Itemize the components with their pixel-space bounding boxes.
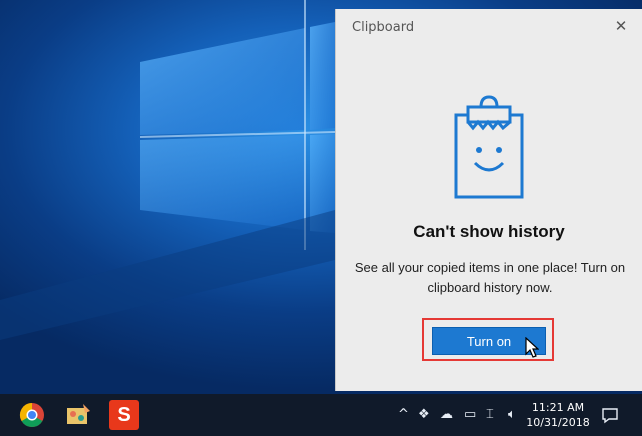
snagit-icon[interactable]: S [109, 400, 139, 430]
clock-date: 10/31/2018 [526, 416, 590, 429]
clipboard-smile-icon [454, 95, 524, 199]
chrome-icon[interactable] [17, 400, 47, 430]
clipboard-panel: Clipboard ✕ Can't show history See all y… [335, 9, 642, 391]
volume-icon[interactable]: 🔈︎ [508, 407, 516, 423]
clock[interactable]: 11:21 AM 10/31/2018 [526, 400, 590, 430]
panel-title: Clipboard [352, 20, 415, 35]
heading: Can't show history [413, 222, 565, 241]
mouse-cursor-icon [525, 337, 539, 358]
onedrive-icon[interactable]: ☁ [440, 407, 453, 423]
clock-time: 11:21 AM [531, 401, 585, 414]
paint-app-icon[interactable] [63, 400, 93, 430]
notification-icon[interactable] [601, 406, 619, 424]
tablet-icon[interactable]: ▭ [464, 407, 476, 423]
chevron-up-icon[interactable]: ^ [398, 407, 409, 423]
dropbox-icon[interactable]: ❖ [418, 407, 430, 423]
close-icon[interactable]: ✕ [612, 17, 630, 35]
taskbar: S ^ ❖ ☁ ▭ ⌶ 🔈︎ 11:21 AM 10/31/2018 [0, 394, 642, 436]
description: See all your copied items in one place! … [354, 260, 626, 295]
network-icon[interactable]: ⌶ [486, 407, 494, 423]
